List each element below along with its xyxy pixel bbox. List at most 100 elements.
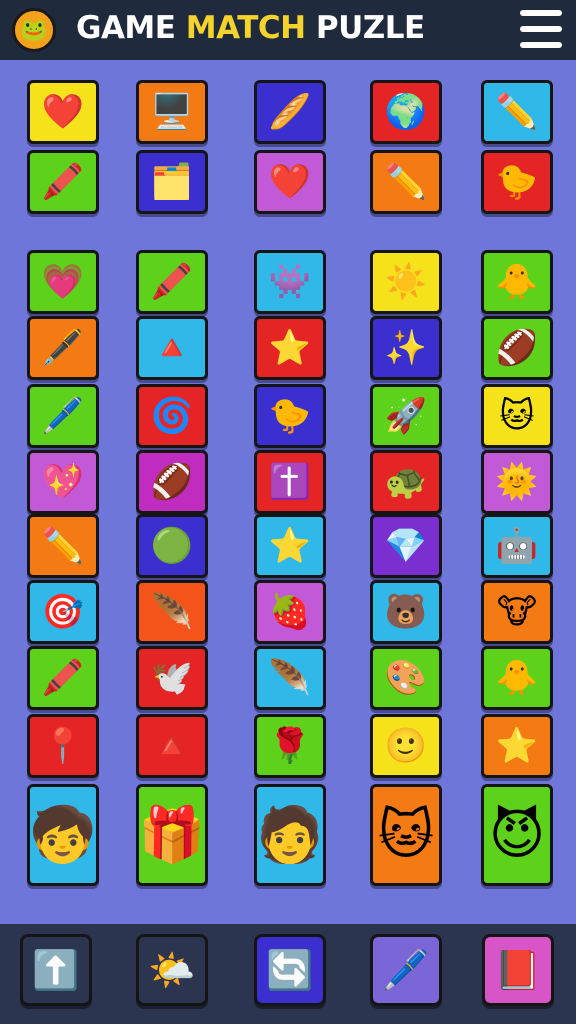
game-tile[interactable]: 🪶	[254, 646, 326, 710]
game-tile[interactable]: 💖	[27, 450, 99, 514]
game-tile[interactable]: 🍓	[254, 580, 326, 644]
cat-face-icon: 🐱	[499, 396, 535, 436]
bread-icon: 🥖	[268, 92, 312, 132]
game-title: GAME MATCH PUZLE	[76, 10, 425, 46]
strawberry-icon: 🍓	[268, 592, 312, 632]
game-tile[interactable]: 🕊️	[136, 646, 208, 710]
game-tile[interactable]: ✝️	[254, 450, 326, 514]
game-tile[interactable]: 🤖	[481, 514, 553, 578]
heart-icon: ❤️	[41, 92, 85, 132]
sun-face-icon: 🌞	[495, 462, 539, 502]
feather-icon: 🪶	[268, 658, 312, 698]
game-tile[interactable]: 🏈	[136, 450, 208, 514]
game-tile[interactable]: 🖍️	[136, 250, 208, 314]
monster-icon: 👾	[268, 262, 312, 302]
game-tile[interactable]: 🗂️	[136, 150, 208, 214]
gift-icon: 🎁	[138, 803, 206, 866]
game-tile[interactable]: ✏️	[481, 80, 553, 144]
game-tile[interactable]: ⭐	[254, 316, 326, 380]
game-tile[interactable]: 🖋️	[27, 316, 99, 380]
book-button[interactable]: 📕	[482, 934, 554, 1006]
game-tile[interactable]: 🌹	[254, 714, 326, 778]
cross-icon: ✝️	[268, 462, 312, 502]
game-tile[interactable]: 🔺	[136, 714, 208, 778]
menu-bar-line	[520, 10, 562, 16]
pencil-icon: ✏️	[384, 162, 428, 202]
rose-icon: 🌹	[268, 726, 312, 766]
game-tile[interactable]: 🖍️	[27, 646, 99, 710]
sun-cloud-button[interactable]: 🌤️	[136, 934, 208, 1006]
crayon-icon: 🖍️	[41, 162, 85, 202]
game-tile[interactable]: 🖥️	[136, 80, 208, 144]
green-ball-icon: 🟢	[150, 526, 194, 566]
game-tile[interactable]: 🏈	[481, 316, 553, 380]
sparkle-heart-icon: 💖	[41, 462, 85, 502]
chick-icon: 🐤	[495, 162, 539, 202]
game-logo-icon[interactable]: 🐸	[12, 8, 56, 52]
game-tile[interactable]: ☀️	[370, 250, 442, 314]
game-tile[interactable]: 🔺	[136, 316, 208, 380]
game-tile[interactable]: 🎯	[27, 580, 99, 644]
game-tile[interactable]: 🐤	[481, 150, 553, 214]
game-tile[interactable]: 🙂	[370, 714, 442, 778]
game-tile[interactable]: 🟢	[136, 514, 208, 578]
bird-icon: 🐥	[495, 658, 539, 698]
game-tile[interactable]: ✏️	[27, 514, 99, 578]
game-tile[interactable]: 🌀	[136, 384, 208, 448]
game-tile[interactable]: 😈	[481, 784, 553, 886]
game-tile[interactable]: 🐻	[370, 580, 442, 644]
title-word-2: MATCH	[185, 10, 306, 46]
game-tile[interactable]: 🪶	[136, 580, 208, 644]
game-tile[interactable]: 🎨	[370, 646, 442, 710]
game-tile[interactable]: 🐤	[254, 384, 326, 448]
game-tile[interactable]: 💗	[27, 250, 99, 314]
game-tile[interactable]: 🚀	[370, 384, 442, 448]
game-tile[interactable]: ❤️	[27, 80, 99, 144]
game-tile[interactable]: 🐱	[370, 784, 442, 886]
cat-character-icon: 🐱	[377, 803, 435, 866]
sparkle-icon: ✨	[384, 328, 428, 368]
heart-icon: ❤️	[268, 162, 312, 202]
hamburger-menu-icon[interactable]	[520, 10, 562, 48]
game-tile[interactable]: ⭐	[254, 514, 326, 578]
smiley-icon: 🙂	[384, 726, 428, 766]
menu-bar-line	[520, 26, 562, 32]
game-tile[interactable]: 🌞	[481, 450, 553, 514]
rocket-icon: 🚀	[384, 396, 428, 436]
star-icon: ⭐	[268, 526, 312, 566]
game-tile[interactable]: 📍	[27, 714, 99, 778]
top-bar: 🐸 GAME MATCH PUZLE	[0, 0, 576, 60]
game-tile[interactable]: 🖍️	[27, 150, 99, 214]
game-tile[interactable]: 🧑	[254, 784, 326, 886]
arrow-up-button[interactable]: ⬆️	[20, 934, 92, 1006]
game-tile[interactable]: 🐥	[481, 250, 553, 314]
game-tile[interactable]: 🐥	[481, 646, 553, 710]
logo-glyph: 🐸	[20, 17, 48, 43]
game-tile[interactable]: 🐱	[481, 384, 553, 448]
game-tile[interactable]: 🌍	[370, 80, 442, 144]
gem-icon: 💎	[384, 526, 428, 566]
swirl-icon: 🌀	[150, 396, 194, 436]
game-tile[interactable]: ⭐	[481, 714, 553, 778]
game-tile[interactable]: ✨	[370, 316, 442, 380]
swap-button[interactable]: 🔄	[254, 934, 326, 1006]
game-tile[interactable]: 🥖	[254, 80, 326, 144]
pen-icon: 🖊️	[382, 948, 430, 992]
bird-icon: 🕊️	[150, 658, 194, 698]
football-icon: 🏈	[495, 328, 539, 368]
book-icon: 📕	[494, 948, 542, 992]
game-tile[interactable]: 💎	[370, 514, 442, 578]
pen-button[interactable]: 🖊️	[370, 934, 442, 1006]
turtle-icon: 🐢	[384, 462, 428, 502]
game-tile[interactable]: ❤️	[254, 150, 326, 214]
game-tile[interactable]: 🖊️	[27, 384, 99, 448]
game-tile[interactable]: 👾	[254, 250, 326, 314]
game-tile[interactable]: 🐢	[370, 450, 442, 514]
game-tile[interactable]: ✏️	[370, 150, 442, 214]
game-tile[interactable]: 🧒	[27, 784, 99, 886]
cow-icon: 🐮	[496, 592, 538, 632]
game-tile[interactable]: 🐮	[481, 580, 553, 644]
pen-icon: 🖊️	[41, 396, 85, 436]
game-tile[interactable]: 🎁	[136, 784, 208, 886]
feather-icon: 🪶	[150, 592, 194, 632]
